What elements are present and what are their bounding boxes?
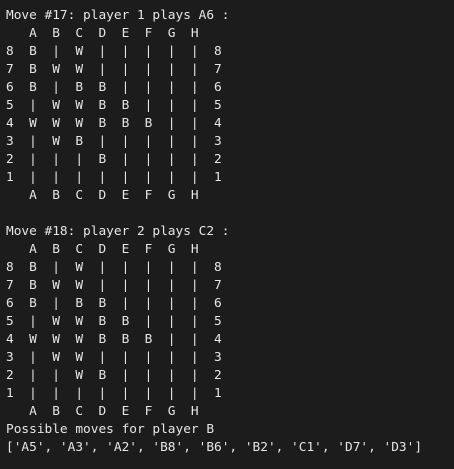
board-row-5: 5 | W W B B | | | 5 [6,314,222,329]
board-column-labels-bottom: A B C D E F G H [6,404,199,419]
board-row-1: 1 | | | | | | | | 1 [6,386,222,401]
board-column-labels-top: A B C D E F G H [6,242,199,257]
board-row-8: 8 B | W | | | | | 8 [6,260,222,275]
board-column-labels-bottom: A B C D E F G H [6,188,199,203]
terminal-output: Move #17: player 1 plays A6 : A B C D E … [6,7,422,457]
board-column-labels-top: A B C D E F G H [6,26,199,41]
board-row-1: 1 | | | | | | | | 1 [6,170,222,185]
board-row-8: 8 B | W | | | | | 8 [6,44,222,59]
board-row-6: 6 B | B B | | | | 6 [6,296,222,311]
board-row-7: 7 B W W | | | | | 7 [6,278,222,293]
board-row-2: 2 | | W B | | | | 2 [6,368,222,383]
terminal-window[interactable]: Move #17: player 1 plays A6 : A B C D E … [0,0,454,469]
move-header-17: Move #17: player 1 plays A6 : [6,8,230,23]
board-row-6: 6 B | B B | | | | 6 [6,80,222,95]
possible-moves-label: Possible moves for player B [6,422,215,437]
board-row-3: 3 | W W | | | | | 3 [6,350,222,365]
board-row-7: 7 B W W | | | | | 7 [6,62,222,77]
board-row-4: 4 W W W B B B | | 4 [6,116,222,131]
board-row-4: 4 W W W B B B | | 4 [6,332,222,347]
board-row-2: 2 | | | B | | | | 2 [6,152,222,167]
move-header-18: Move #18: player 2 plays C2 : [6,224,230,239]
possible-moves-list: ['A5', 'A3', 'A2', 'B8', 'B6', 'B2', 'C1… [6,440,423,455]
board-row-5: 5 | W W B B | | | 5 [6,98,222,113]
board-row-3: 3 | W B | | | | | 3 [6,134,222,149]
